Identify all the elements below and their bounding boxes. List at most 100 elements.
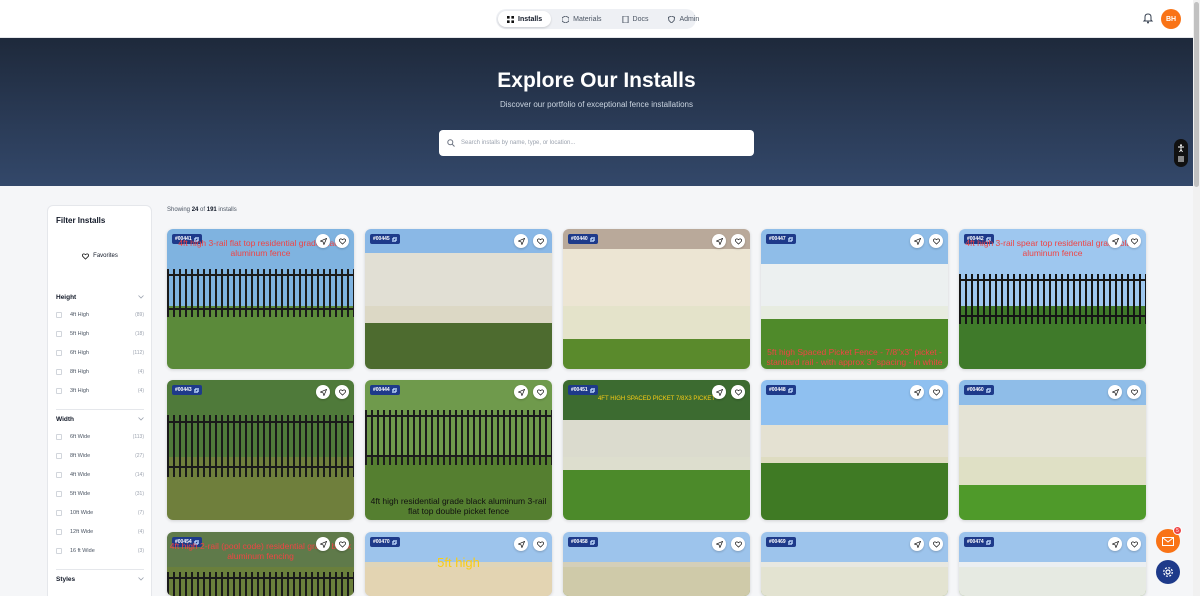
favorite-button[interactable] [335,537,349,551]
share-button[interactable] [910,537,924,551]
copy-icon[interactable] [589,539,595,545]
tab-installs[interactable]: Installs [498,11,552,27]
filter-section-styles[interactable]: Styles [56,574,144,584]
favorite-button[interactable] [1127,234,1141,248]
copy-icon[interactable] [391,236,397,242]
install-card[interactable]: #00454 4ft high 2-rail (pool code) reside… [167,532,354,596]
filter-option[interactable]: 5ft Wide (31) [56,489,144,499]
install-card[interactable]: #00469 [761,532,948,596]
copy-icon[interactable] [787,387,793,393]
checkbox[interactable] [56,369,62,375]
install-card[interactable]: #00441 4ft high 3-rail flat top residenti… [167,229,354,369]
scrollbar-thumb[interactable] [1194,2,1199,187]
avatar[interactable]: BH [1161,9,1181,29]
share-button[interactable] [1108,385,1122,399]
favorite-button[interactable] [929,234,943,248]
install-card[interactable]: #00447 5ft high Spaced Picket Fence - 7/8… [761,229,948,369]
filter-option[interactable]: 8ft Wide (27) [56,451,144,461]
favorite-button[interactable] [533,385,547,399]
share-button[interactable] [910,385,924,399]
install-card[interactable]: #00443 [167,380,354,520]
install-card[interactable]: #00470 5ft high [365,532,552,596]
filter-option[interactable]: 3ft High (4) [56,386,144,396]
filter-option[interactable]: 5ft High (18) [56,329,144,339]
messages-button[interactable]: 5 [1156,526,1182,553]
checkbox[interactable] [56,312,62,318]
copy-icon[interactable] [589,387,595,393]
tab-docs[interactable]: Docs [613,11,658,27]
search-input[interactable]: Search installs by name, type, or locati… [439,130,754,156]
share-button[interactable] [712,537,726,551]
install-card[interactable]: #00445 [365,229,552,369]
share-button[interactable] [316,537,330,551]
copy-icon[interactable] [787,236,793,242]
install-card[interactable]: #00451 4FT HIGH SPACED PICKET 7/8X3 PICKE… [563,380,750,520]
filter-section-width[interactable]: Width [56,414,144,424]
copy-icon[interactable] [391,387,397,393]
share-button[interactable] [712,234,726,248]
install-card[interactable]: #00448 [761,380,948,520]
share-button[interactable] [910,234,924,248]
checkbox[interactable] [56,350,62,356]
install-card[interactable]: #00474 [959,532,1146,596]
favorite-button[interactable] [731,385,745,399]
copy-icon[interactable] [985,539,991,545]
share-button[interactable] [514,537,528,551]
filter-option[interactable]: 6ft Wide (113) [56,432,144,442]
share-button[interactable] [712,385,726,399]
filter-option[interactable]: 8ft High (4) [56,367,144,377]
favorite-button[interactable] [533,537,547,551]
copy-icon[interactable] [193,387,199,393]
share-button[interactable] [514,234,528,248]
chevron-down-icon[interactable] [138,417,144,421]
copy-icon[interactable] [787,539,793,545]
filter-option[interactable]: 10ft Wide (7) [56,508,144,518]
install-card[interactable]: #00460 [959,380,1146,520]
share-button[interactable] [1108,234,1122,248]
page-scrollbar[interactable] [1193,0,1200,596]
tab-materials[interactable]: Materials [553,11,610,27]
favorite-button[interactable] [929,537,943,551]
tab-admin[interactable]: Admin [659,11,708,27]
checkbox[interactable] [56,548,62,554]
favorite-button[interactable] [335,234,349,248]
install-card[interactable]: #00458 [563,532,750,596]
chevron-down-icon[interactable] [138,295,144,299]
favorite-button[interactable] [1127,385,1141,399]
accessibility-widget[interactable] [1174,139,1188,167]
checkbox[interactable] [56,388,62,394]
filter-section-height[interactable]: Height [56,292,144,302]
favorite-button[interactable] [731,234,745,248]
share-button[interactable] [514,385,528,399]
filter-option[interactable]: 6ft High (112) [56,348,144,358]
filter-option[interactable]: 4ft High (89) [56,310,144,320]
favorite-button[interactable] [731,537,745,551]
checkbox[interactable] [56,453,62,459]
checkbox[interactable] [56,331,62,337]
share-button[interactable] [1108,537,1122,551]
install-card[interactable]: #00444 4ft high residential grade black a… [365,380,552,520]
copy-icon[interactable] [985,387,991,393]
install-card[interactable]: #00442 4ft high 3-rail spear top resident… [959,229,1146,369]
checkbox[interactable] [56,529,62,535]
checkbox[interactable] [56,434,62,440]
chevron-down-icon[interactable] [138,577,144,581]
install-card[interactable]: #00440 [563,229,750,369]
share-button[interactable] [316,385,330,399]
favorite-button[interactable] [929,385,943,399]
checkbox[interactable] [56,472,62,478]
share-button[interactable] [316,234,330,248]
copy-icon[interactable] [391,539,397,545]
filter-option[interactable]: 12ft Wide (4) [56,527,144,537]
favorite-button[interactable] [533,234,547,248]
favorite-button[interactable] [335,385,349,399]
settings-button[interactable] [1156,560,1180,584]
filter-option[interactable]: 16 ft Wide (3) [56,546,144,556]
bell-icon[interactable] [1142,12,1154,24]
favorites-toggle[interactable]: Favorites [56,248,144,264]
filter-option[interactable]: 4ft Wide (14) [56,470,144,480]
copy-icon[interactable] [589,236,595,242]
favorite-button[interactable] [1127,537,1141,551]
checkbox[interactable] [56,510,62,516]
checkbox[interactable] [56,491,62,497]
